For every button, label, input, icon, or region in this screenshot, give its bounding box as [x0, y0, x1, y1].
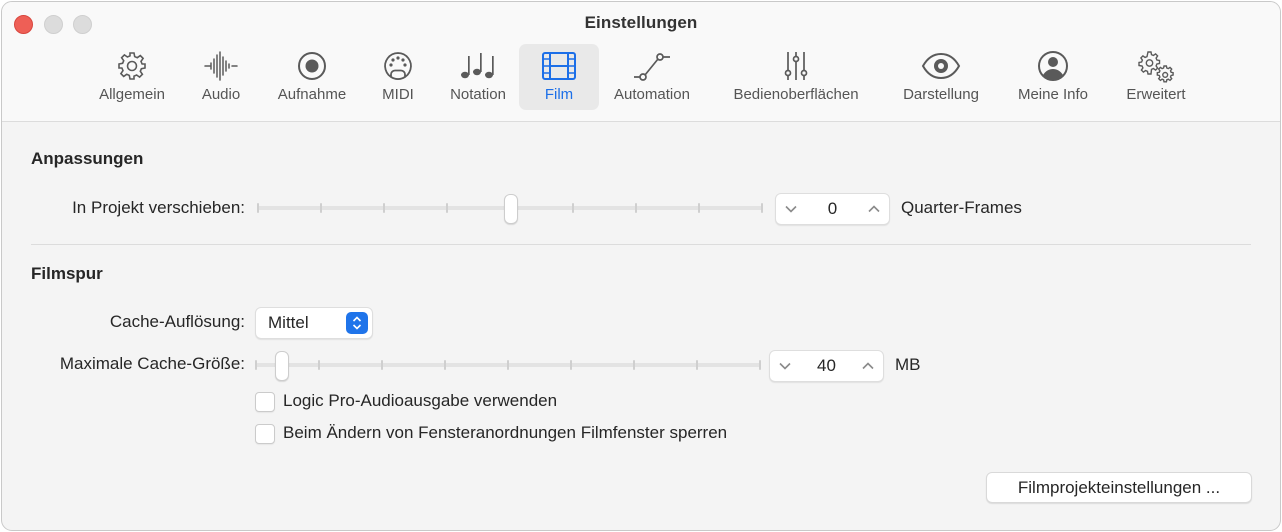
chevron-up-icon [862, 362, 874, 370]
increment-button[interactable] [863, 198, 885, 220]
tab-bedienoberflaechen[interactable]: Bedienoberflächen [715, 44, 877, 110]
tab-label: Film [544, 86, 574, 103]
max-cache-size-slider[interactable] [255, 351, 761, 381]
max-cache-value[interactable]: 40 [800, 356, 853, 376]
tab-label: Meine Info [1017, 86, 1089, 103]
slider-tick [383, 203, 385, 213]
midi-port-icon [372, 50, 424, 82]
chevron-down-icon [785, 205, 797, 213]
cache-resolution-popup[interactable]: Mittel [255, 307, 373, 339]
tab-erweitert[interactable]: Erweitert [1113, 44, 1199, 110]
cache-resolution-value: Mittel [268, 313, 309, 332]
section-title-anpassungen: Anpassungen [31, 149, 144, 168]
tab-audio[interactable]: Audio [189, 44, 253, 110]
tab-label: Allgemein [99, 86, 165, 103]
movie-project-settings-button[interactable]: Filmprojekteinstellungen ... [986, 472, 1252, 503]
tab-aufnahme[interactable]: Aufnahme [266, 44, 358, 110]
slider-thumb[interactable] [274, 351, 289, 381]
shift-in-project-label: In Projekt verschieben: [72, 198, 245, 217]
music-notes-icon [438, 50, 518, 82]
use-logic-audio-output-checkbox[interactable] [255, 392, 275, 412]
gears-icon [1113, 50, 1199, 83]
tab-label: Bedienoberflächen [733, 86, 859, 103]
slider-tick [570, 360, 572, 370]
shift-value[interactable]: 0 [806, 199, 859, 219]
tab-notation[interactable]: Notation [438, 44, 518, 110]
chevron-up-icon [868, 205, 880, 213]
decrement-button[interactable] [780, 198, 802, 220]
record-icon [266, 50, 358, 82]
popup-arrows-icon [346, 312, 368, 334]
tab-darstellung[interactable]: Darstellung [890, 44, 992, 110]
faders-icon [715, 50, 877, 82]
slider-tick [444, 360, 446, 370]
slider-tick [633, 360, 635, 370]
tab-label: Erweitert [1126, 86, 1186, 103]
film-icon [519, 50, 599, 82]
gear-icon [89, 50, 175, 82]
shift-stepper[interactable]: 0 [775, 193, 890, 225]
tab-midi[interactable]: MIDI [372, 44, 424, 110]
slider-tick [507, 360, 509, 370]
increment-button[interactable] [857, 355, 879, 377]
slider-tick [759, 360, 761, 370]
section-title-filmspur: Filmspur [31, 264, 103, 283]
automation-curve-icon [602, 50, 702, 82]
slider-tick [257, 203, 259, 213]
tab-allgemein[interactable]: Allgemein [89, 44, 175, 110]
decrement-button[interactable] [774, 355, 796, 377]
tab-meine-info[interactable]: Meine Info [1005, 44, 1101, 110]
tab-label: Audio [201, 86, 241, 103]
window-title: Einstellungen [584, 13, 698, 32]
toolbar: Einstellungen Allgemein Audio Aufnahme M… [2, 2, 1280, 122]
slider-tick [318, 360, 320, 370]
slider-tick [761, 203, 763, 213]
lock-movie-window-label[interactable]: Beim Ändern von Fensteranordnungen Filmf… [283, 423, 727, 443]
use-logic-audio-output-label[interactable]: Logic Pro-Audioausgabe verwenden [283, 391, 557, 411]
slider-tick [320, 203, 322, 213]
slider-tick [255, 360, 257, 370]
slider-tick [381, 360, 383, 370]
max-cache-unit-label: MB [895, 355, 921, 374]
slider-thumb[interactable] [504, 194, 518, 224]
slider-tick [698, 203, 700, 213]
tab-label: Notation [450, 86, 506, 103]
eye-icon [890, 50, 992, 82]
tab-label: Automation [614, 86, 690, 103]
shift-unit-label: Quarter-Frames [901, 198, 1022, 217]
lock-movie-window-checkbox[interactable] [255, 424, 275, 444]
section-divider [31, 244, 1251, 245]
preferences-window: Einstellungen Allgemein Audio Aufnahme M… [1, 1, 1281, 531]
slider-tick [696, 360, 698, 370]
tab-label: Darstellung [903, 86, 979, 103]
tab-automation[interactable]: Automation [602, 44, 702, 110]
slider-tick [446, 203, 448, 213]
shift-in-project-slider[interactable] [257, 194, 763, 224]
max-cache-stepper[interactable]: 40 [769, 350, 884, 382]
waveform-icon [189, 50, 253, 82]
person-icon [1005, 50, 1101, 82]
tab-label: MIDI [382, 86, 414, 103]
tab-film[interactable]: Film [519, 44, 599, 110]
slider-tick [635, 203, 637, 213]
max-cache-size-label: Maximale Cache-Größe: [59, 354, 245, 373]
tab-label: Aufnahme [277, 86, 347, 103]
slider-tick [572, 203, 574, 213]
chevron-down-icon [779, 362, 791, 370]
cache-resolution-label: Cache-Auflösung: [109, 312, 245, 331]
